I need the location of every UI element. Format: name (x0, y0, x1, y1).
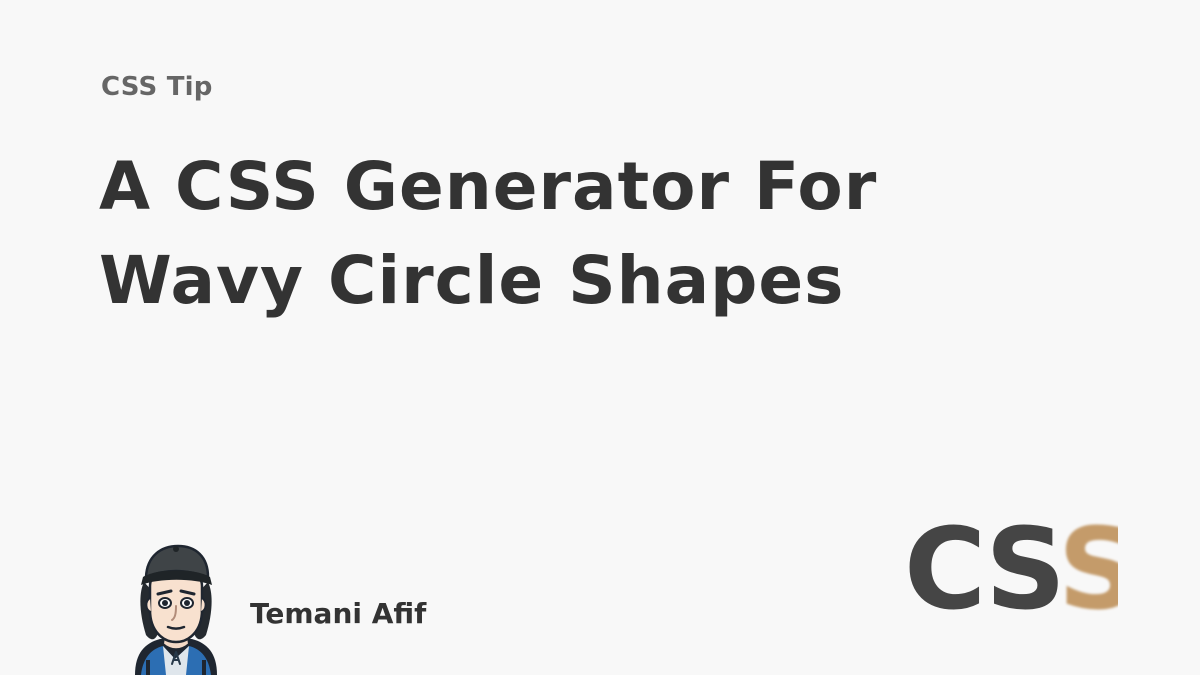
article-title-line-1: A CSS Generator For (99, 148, 878, 225)
article-title: A CSS Generator For Wavy Circle Shapes (99, 140, 1039, 328)
logo-letter-accent-s: S (1058, 510, 1118, 625)
logo-letter-s: S (985, 510, 1058, 625)
author-name: Temani Afif (250, 597, 427, 630)
logo-letter-c: C (904, 510, 985, 625)
logo-text: CSS (904, 510, 1118, 625)
category-label: CSS Tip (101, 72, 213, 102)
article-title-line-2: Wavy Circle Shapes (99, 242, 845, 319)
author-block: Temani Afif (128, 540, 426, 675)
css-logo-icon: CSS (904, 510, 1118, 625)
cartoon-avatar-icon (135, 544, 217, 675)
article-card: CSS Tip A CSS Generator For Wavy Circle … (0, 0, 1200, 675)
